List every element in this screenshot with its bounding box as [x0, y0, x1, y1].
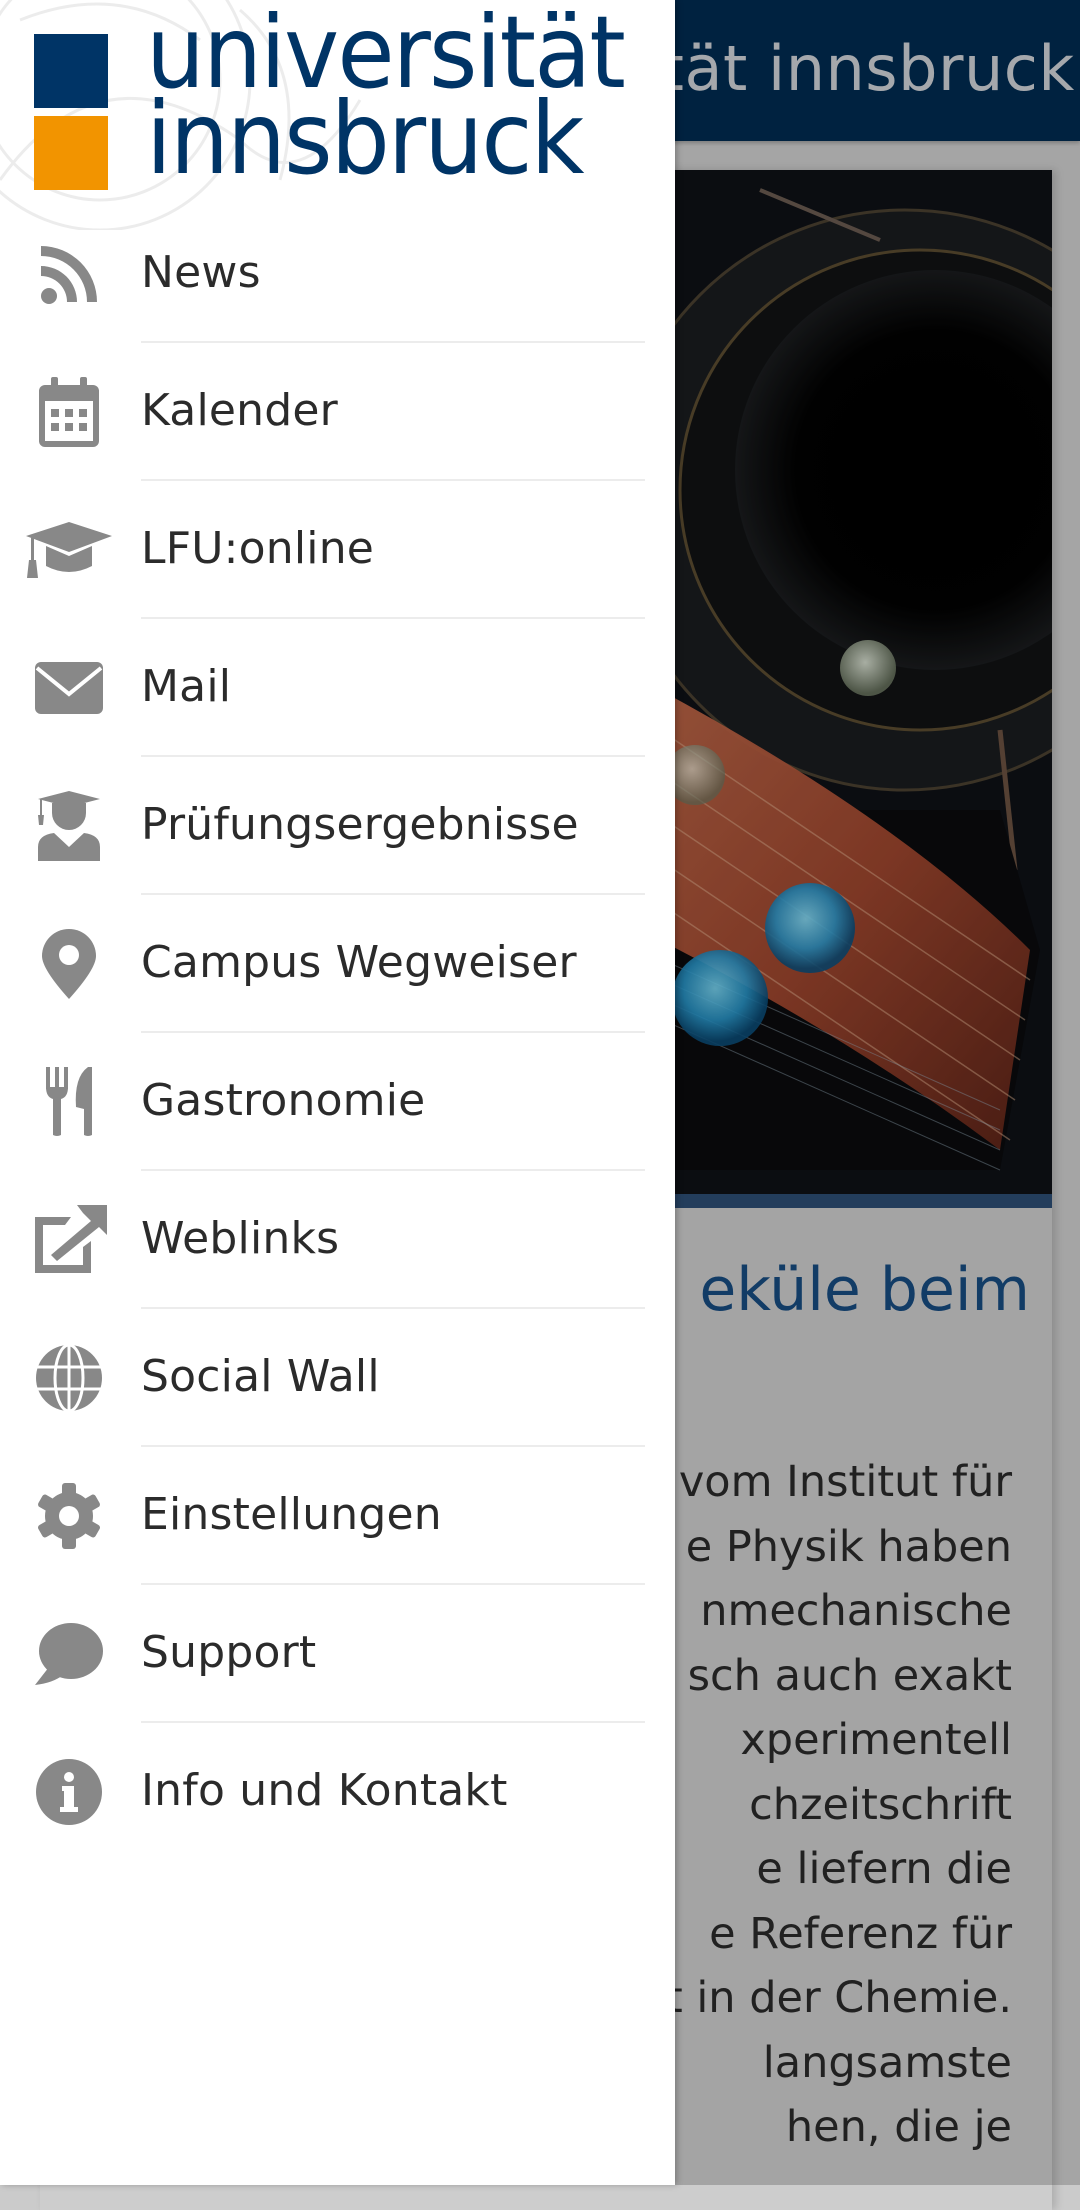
info-icon — [24, 1757, 114, 1827]
menu-item-social-wall[interactable]: Social Wall — [0, 1309, 675, 1447]
menu-item-info-und-kontakt[interactable]: Info und Kontakt — [0, 1723, 675, 1861]
menu-item-einstellungen[interactable]: Einstellungen — [0, 1447, 675, 1585]
menu-item-news[interactable]: News — [0, 205, 675, 343]
menu-item-support[interactable]: Support — [0, 1585, 675, 1723]
menu-item-campus-wegweiser[interactable]: Campus Wegweiser — [0, 895, 675, 1033]
menu-item-pruefungsergebnisse[interactable]: Prüfungsergebnisse — [0, 757, 675, 895]
menu-item-label: Campus Wegweiser — [141, 937, 577, 988]
menu-item-kalender[interactable]: Kalender — [0, 343, 675, 481]
calendar-icon — [24, 377, 114, 447]
drawer-header: universität innsbruck — [0, 0, 675, 230]
menu-item-label: News — [141, 247, 261, 298]
logo-wordmark: universität innsbruck — [146, 3, 626, 197]
cutlery-icon — [24, 1067, 114, 1137]
menu-item-label: Support — [141, 1627, 317, 1678]
drawer-scrim-overlay[interactable] — [675, 0, 1080, 2185]
graduate-user-icon — [24, 791, 114, 861]
menu-item-label: Social Wall — [141, 1351, 380, 1402]
menu-item-weblinks[interactable]: Weblinks — [0, 1171, 675, 1309]
menu-item-mail[interactable]: Mail — [0, 619, 675, 757]
envelope-icon — [24, 653, 114, 723]
map-marker-icon — [24, 929, 114, 999]
menu-item-label: Gastronomie — [141, 1075, 426, 1126]
menu-item-label: Mail — [141, 661, 232, 712]
menu-item-label: Weblinks — [141, 1213, 340, 1264]
rss-icon — [24, 239, 114, 309]
drawer-menu: News Kalender LFU:online Mail Prüfungser… — [0, 205, 675, 1861]
navigation-drawer: universität innsbruck News Kalender LFU:… — [0, 0, 675, 2185]
chat-bubble-icon — [24, 1619, 114, 1689]
menu-item-label: Einstellungen — [141, 1489, 442, 1540]
menu-item-label: LFU:online — [141, 523, 375, 574]
logo-blue-square — [34, 34, 108, 108]
menu-item-gastronomie[interactable]: Gastronomie — [0, 1033, 675, 1171]
menu-item-label: Info und Kontakt — [141, 1765, 508, 1816]
logo-line-2: innsbruck — [146, 80, 584, 197]
graduation-cap-icon — [24, 515, 114, 585]
globe-icon — [24, 1343, 114, 1413]
external-link-icon — [24, 1205, 114, 1275]
menu-item-label: Prüfungsergebnisse — [141, 799, 579, 850]
gear-icon — [24, 1481, 114, 1551]
logo-orange-square — [34, 116, 108, 190]
menu-item-lfu-online[interactable]: LFU:online — [0, 481, 675, 619]
menu-item-label: Kalender — [141, 385, 338, 436]
